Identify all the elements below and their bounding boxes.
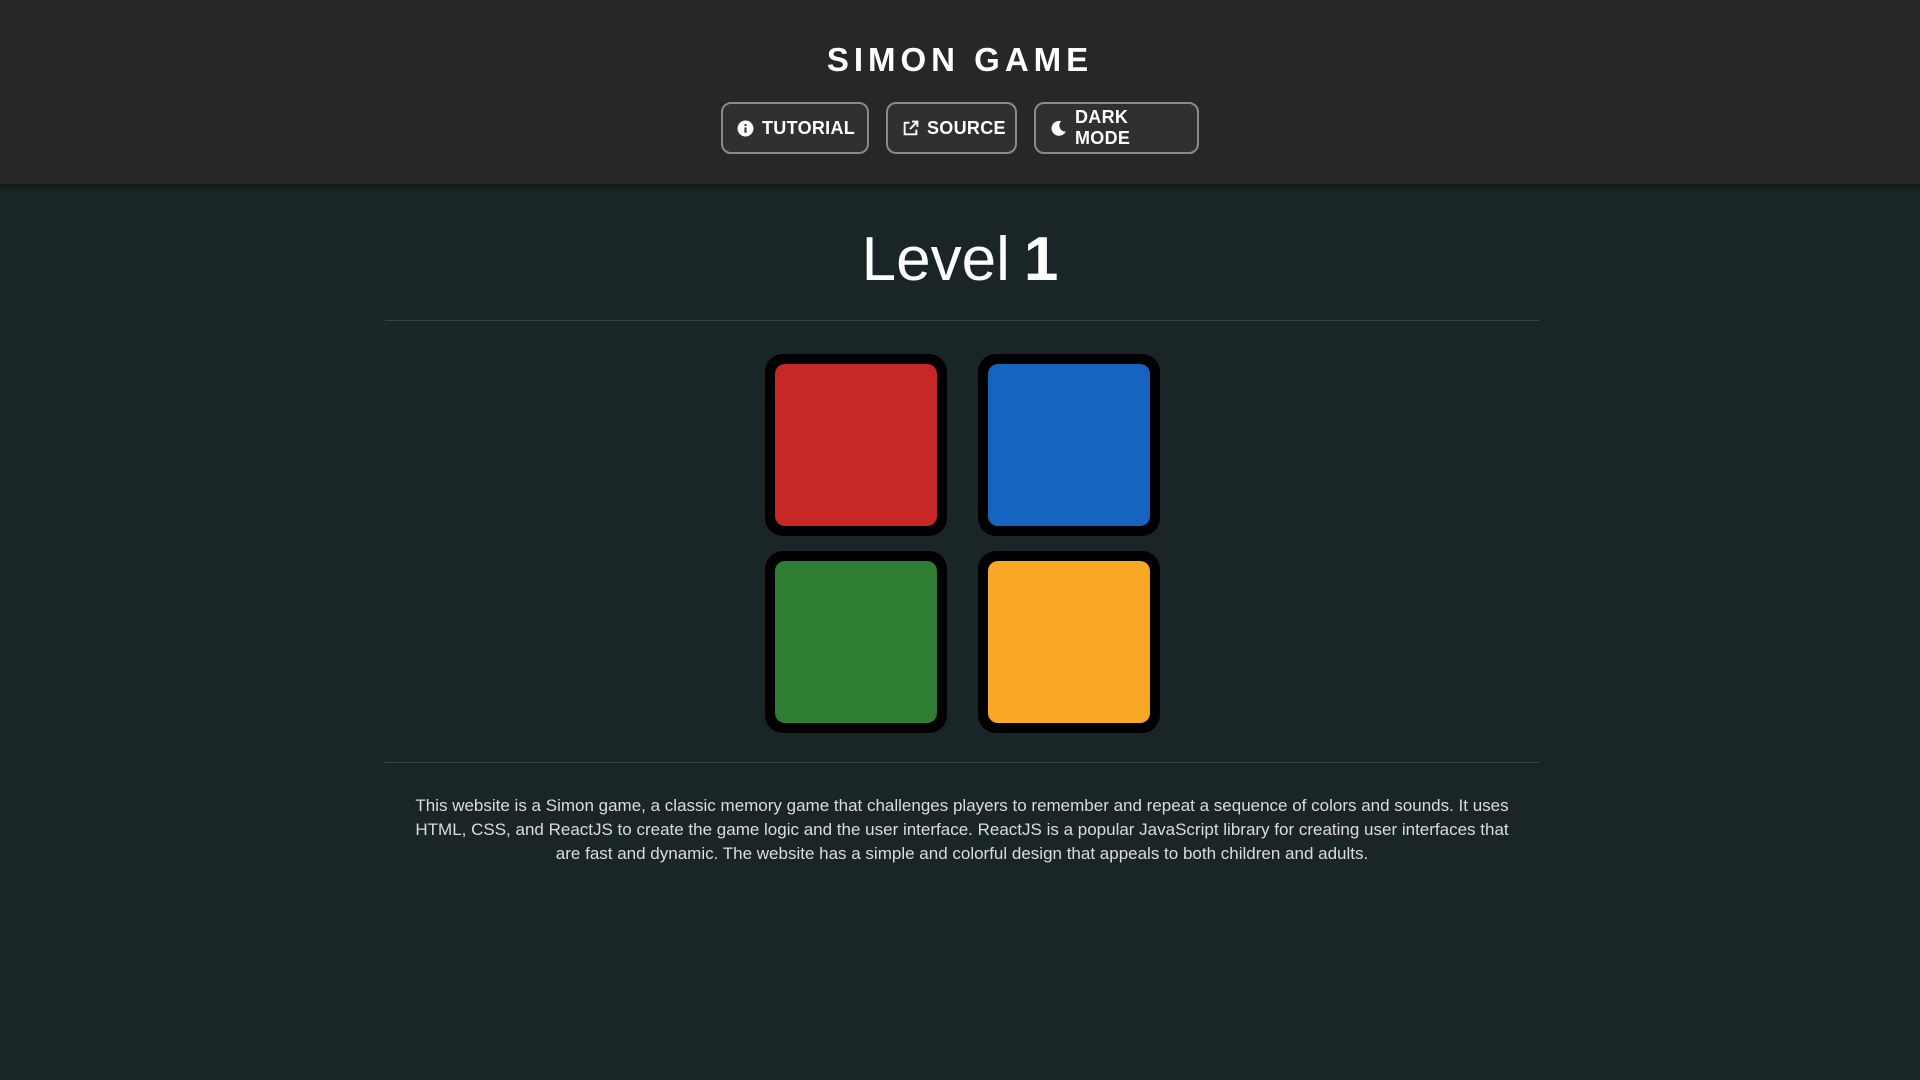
game-description: This website is a Simon game, a classic …	[415, 796, 1509, 863]
source-button[interactable]: SOURCE	[886, 102, 1017, 154]
moon-icon	[1050, 119, 1067, 137]
tutorial-button-label: TUTORIAL	[762, 117, 856, 138]
red-pad[interactable]	[765, 354, 947, 536]
dark-mode-button[interactable]: DARK MODE	[1034, 102, 1199, 154]
info-icon	[737, 119, 754, 137]
green-pad[interactable]	[765, 551, 947, 733]
header-nav: TUTORIAL SOURCE DARK MODE	[721, 102, 1199, 154]
green-pad-face	[775, 561, 937, 723]
bottom-divider	[385, 762, 1539, 763]
game-area: Level 1 This website is a Simon game, a c…	[0, 184, 1920, 1080]
yellow-pad[interactable]	[978, 551, 1160, 733]
dark-mode-button-label: DARK MODE	[1075, 107, 1131, 148]
external-link-icon	[902, 119, 919, 137]
blue-pad-face	[988, 364, 1150, 526]
top-divider	[385, 320, 1539, 321]
level-label: Level	[861, 225, 1010, 294]
level-display: Level 1	[0, 220, 1920, 300]
page-title: SIMON GAME	[826, 41, 1094, 78]
blue-pad[interactable]	[978, 354, 1160, 536]
red-pad-face	[775, 364, 937, 526]
tutorial-button[interactable]: TUTORIAL	[721, 102, 869, 154]
source-button-label: SOURCE	[927, 117, 1006, 138]
yellow-pad-face	[988, 561, 1150, 723]
app-header: SIMON GAME TUTORIAL SOURCE DARK MODE	[0, 0, 1920, 184]
level-number: 1	[1023, 225, 1059, 294]
